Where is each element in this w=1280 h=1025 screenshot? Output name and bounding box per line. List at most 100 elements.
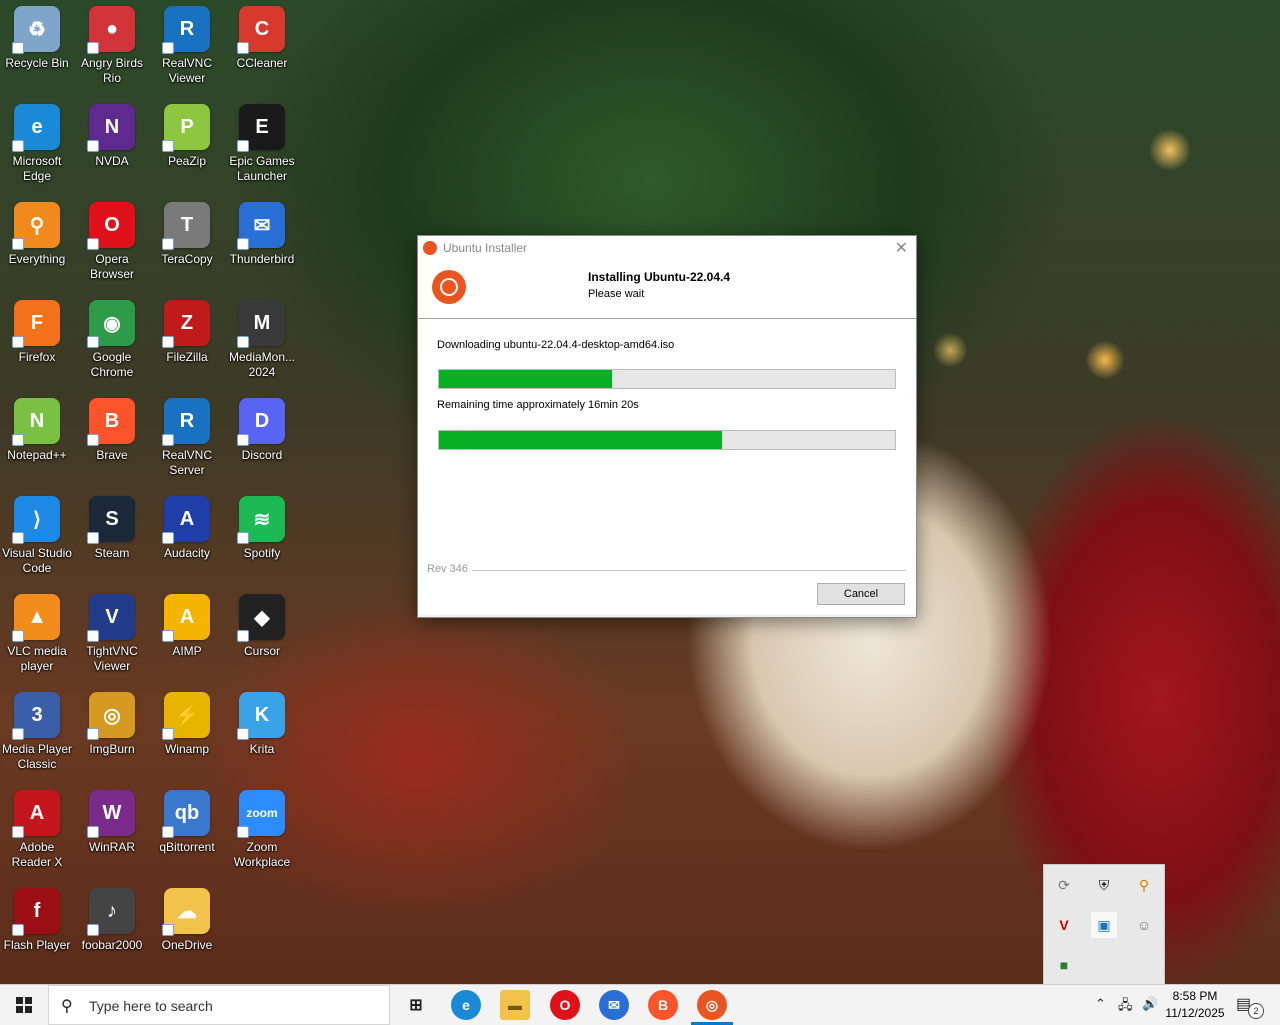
desktop-icon[interactable]: 3 Media Player Classic (0, 692, 75, 772)
desktop-icon-label: Cursor (243, 644, 280, 658)
desktop-icon-label: TightVNC Viewer (86, 644, 138, 673)
desktop-icon[interactable]: B Brave (74, 398, 150, 463)
app-icon: ♪ (87, 888, 135, 936)
desktop-icon-label: OneDrive (161, 938, 213, 952)
desktop-icon[interactable]: f Flash Player (0, 888, 75, 953)
clock-time: 8:58 PM (1172, 989, 1218, 1003)
desktop-icon[interactable]: K Krita (224, 692, 300, 757)
desktop-icon[interactable]: F Firefox (0, 300, 75, 365)
app-icon: M (237, 300, 285, 348)
start-button[interactable] (0, 985, 48, 1025)
remaining-time-text: Remaining time approximately 16min 20s (437, 399, 639, 411)
divider (472, 570, 906, 571)
desktop-icon[interactable]: ◎ ImgBurn (74, 692, 150, 757)
desktop-icon[interactable]: ◉ Google Chrome (74, 300, 150, 380)
app-icon: qb (162, 790, 210, 838)
desktop-icon[interactable]: R RealVNC Viewer (149, 6, 225, 86)
clock-date: 11/12/2025 (1165, 1006, 1225, 1020)
desktop-icon[interactable]: A Audacity (149, 496, 225, 561)
app-icon: ⚡ (162, 692, 210, 740)
desktop-icon-label: NVDA (95, 154, 129, 168)
desktop-icon[interactable]: R RealVNC Server (149, 398, 225, 478)
desktop-icon[interactable]: P PeaZip (149, 104, 225, 169)
desktop-icon[interactable]: A AIMP (149, 594, 225, 659)
desktop-icon[interactable]: ♪ foobar2000 (74, 888, 150, 953)
app-icon: C (237, 6, 285, 54)
ubuntu-logo-icon (432, 270, 466, 304)
vnc-tray-icon[interactable]: V (1051, 912, 1077, 938)
desktop-icon[interactable]: A Adobe Reader X (0, 790, 75, 870)
ubuntu-installer-taskbar-icon[interactable]: ◎ (697, 990, 727, 1020)
app-icon: ⚲ (12, 202, 60, 250)
nvidia-tray-icon[interactable]: ■ (1051, 952, 1077, 978)
desktop-icon[interactable]: D Discord (224, 398, 300, 463)
desktop-icon-label: Opera Browser (89, 252, 134, 281)
desktop-icon[interactable]: e Microsoft Edge (0, 104, 75, 184)
desktop-icon[interactable]: O Opera Browser (74, 202, 150, 282)
app-icon: Z (162, 300, 210, 348)
brave-taskbar-icon[interactable]: B (648, 990, 678, 1020)
taskbar-clock[interactable]: 8:58 PM 11/12/2025 (1160, 988, 1230, 1022)
desktop-icon[interactable]: qb qBittorrent (149, 790, 225, 855)
app-icon: S (87, 496, 135, 544)
app-icon: T (162, 202, 210, 250)
task-view-icon[interactable]: ⊞ (401, 990, 431, 1020)
desktop-icon[interactable]: ▲ VLC media player (0, 594, 75, 674)
app-icon: W (87, 790, 135, 838)
desktop-icon[interactable]: zoom Zoom Workplace (224, 790, 300, 870)
chevron-up-icon[interactable]: ⌃ (1095, 996, 1106, 1012)
network-icon[interactable]: 🖧 (1118, 996, 1133, 1018)
desktop-icon[interactable]: ☁ OneDrive (149, 888, 225, 953)
taskbar: ⚲ Type here to search ⊞ e ▬ O ✉ B ◎ ⌃ 🖧 … (0, 984, 1280, 1025)
app-icon: ≋ (237, 496, 285, 544)
notification-center-icon[interactable]: ▤ 2 (1236, 994, 1264, 1019)
desktop-icon-label: Google Chrome (90, 350, 134, 379)
desktop-icon[interactable]: S Steam (74, 496, 150, 561)
app-icon: N (12, 398, 60, 446)
taskbar-search-box[interactable]: ⚲ Type here to search (48, 985, 390, 1025)
app-icon: A (162, 496, 210, 544)
realvnc-tray-icon[interactable]: ▣ (1091, 912, 1117, 938)
desktop-icon[interactable]: T TeraCopy (149, 202, 225, 267)
desktop-icon-label: Recycle Bin (5, 56, 69, 70)
desktop-icon[interactable]: N NVDA (74, 104, 150, 169)
download-progress-fill (439, 370, 613, 388)
desktop-icon[interactable]: M MediaMon... 2024 (224, 300, 300, 380)
desktop-icon-label: Thunderbird (229, 252, 295, 266)
thunderbird-taskbar-icon[interactable]: ✉ (599, 990, 629, 1020)
discord-tray-icon[interactable]: ☺ (1131, 912, 1157, 938)
desktop-icon-label: MediaMon... 2024 (228, 350, 296, 379)
desktop-icon[interactable]: ≋ Spotify (224, 496, 300, 561)
dialog-titlebar[interactable]: Ubuntu Installer ✕ (418, 236, 916, 260)
desktop-icon[interactable]: ⚡ Winamp (149, 692, 225, 757)
desktop-icon[interactable]: C CCleaner (224, 6, 300, 71)
desktop-icon[interactable]: ✉ Thunderbird (224, 202, 300, 267)
desktop-icon[interactable]: E Epic Games Launcher (224, 104, 300, 184)
search-tool-icon[interactable]: ⚲ (1131, 872, 1157, 898)
close-icon[interactable]: ✕ (895, 238, 908, 258)
file-explorer-icon[interactable]: ▬ (500, 990, 530, 1020)
desktop-icon-label: RealVNC Viewer (161, 56, 212, 85)
app-icon: E (237, 104, 285, 152)
app-icon: ☁ (162, 888, 210, 936)
desktop-icon[interactable]: V TightVNC Viewer (74, 594, 150, 674)
app-icon: ◉ (87, 300, 135, 348)
desktop-icon[interactable]: ⚲ Everything (0, 202, 75, 267)
notification-count-badge: 2 (1248, 1003, 1264, 1019)
refresh-icon[interactable]: ⟳ (1051, 872, 1077, 898)
desktop-icon[interactable]: ◆ Cursor (224, 594, 300, 659)
search-icon: ⚲ (61, 998, 73, 1015)
opera-taskbar-icon[interactable]: O (550, 990, 580, 1020)
edge-taskbar-icon[interactable]: e (451, 990, 481, 1020)
desktop-icon[interactable]: ⟩ Visual Studio Code (0, 496, 75, 576)
app-icon: F (12, 300, 60, 348)
desktop-icon[interactable]: N Notepad++ (0, 398, 75, 463)
desktop-icon[interactable]: Z FileZilla (149, 300, 225, 365)
desktop-icon[interactable]: ● Angry Birds Rio (74, 6, 150, 86)
desktop-icon[interactable]: W WinRAR (74, 790, 150, 855)
volume-icon[interactable]: 🔊 (1142, 996, 1158, 1012)
desktop-icon-label: Brave (96, 448, 128, 462)
desktop-icon[interactable]: ♻ Recycle Bin (0, 6, 75, 71)
shield-icon[interactable]: ⛨ (1091, 872, 1117, 898)
cancel-button[interactable]: Cancel (817, 583, 905, 605)
